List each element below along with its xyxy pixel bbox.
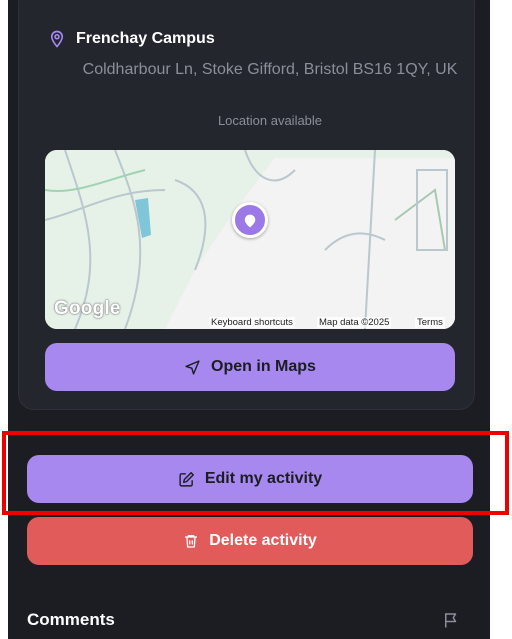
google-logo[interactable]: Google [54,298,121,320]
location-name: Frenchay Campus [76,30,215,47]
navigation-arrow-icon [184,359,201,376]
open-in-maps-label: Open in Maps [211,358,316,375]
map-marker-icon[interactable] [232,202,268,238]
delete-activity-button[interactable]: Delete activity [27,517,473,565]
flag-icon[interactable] [442,611,460,634]
terms-link[interactable]: Terms [415,317,445,328]
highlight-box [2,431,509,515]
location-address: Coldharbour Ln, Stoke Gifford, Bristol B… [82,61,458,78]
trash-icon [183,533,199,549]
map-data-label: Map data ©2025 [317,317,392,328]
keyboard-shortcuts-link[interactable]: Keyboard shortcuts [209,317,295,328]
comments-title: Comments [27,610,115,629]
location-status: Location available [217,113,323,128]
map-view[interactable]: Google Keyboard shortcuts Map data ©2025… [45,150,455,329]
open-in-maps-button[interactable]: Open in Maps [45,343,455,391]
location-pin-icon [48,30,66,48]
delete-activity-label: Delete activity [209,532,317,549]
